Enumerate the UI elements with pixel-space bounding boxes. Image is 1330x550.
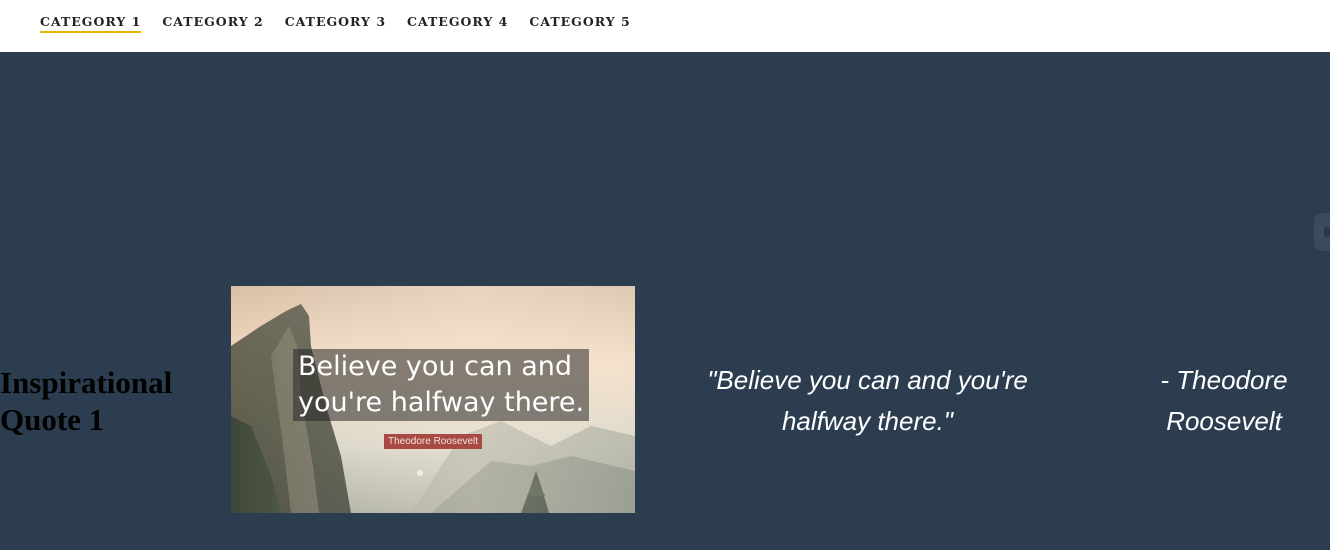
quote-text: "Believe you can and you're halfway ther… (707, 365, 1028, 436)
nav-item-category-5[interactable]: CATEGORY 5 (529, 14, 630, 33)
image-quote-line-2: you're halfway there. (298, 387, 585, 418)
chat-icon (1324, 227, 1330, 237)
quote-title: Inspirational Quote 1 (0, 365, 173, 437)
image-quote-line-1: Believe you can and (298, 351, 572, 382)
side-chat-tab[interactable] (1314, 213, 1330, 251)
nav-item-category-2[interactable]: CATEGORY 2 (162, 14, 263, 33)
nav-item-category-3[interactable]: CATEGORY 3 (285, 14, 386, 33)
image-author-badge: Theodore Roosevelt (384, 434, 483, 449)
category-nav-list: CATEGORY 1 CATEGORY 2 CATEGORY 3 CATEGOR… (40, 14, 631, 33)
image-quote-text: Believe you can and you're halfway there… (293, 349, 590, 421)
quote-author: - Theodore Roosevelt (1160, 365, 1288, 436)
quote-image: Believe you can and you're halfway there… (231, 286, 635, 513)
nav-item-category-4[interactable]: CATEGORY 4 (407, 14, 508, 33)
watermark-icon (417, 470, 423, 476)
nav-item-category-1[interactable]: CATEGORY 1 (40, 14, 142, 33)
top-navigation: CATEGORY 1 CATEGORY 2 CATEGORY 3 CATEGOR… (0, 0, 1330, 52)
quote-hero-section: Inspirational Quote 1 Believe you can an… (0, 52, 1330, 550)
